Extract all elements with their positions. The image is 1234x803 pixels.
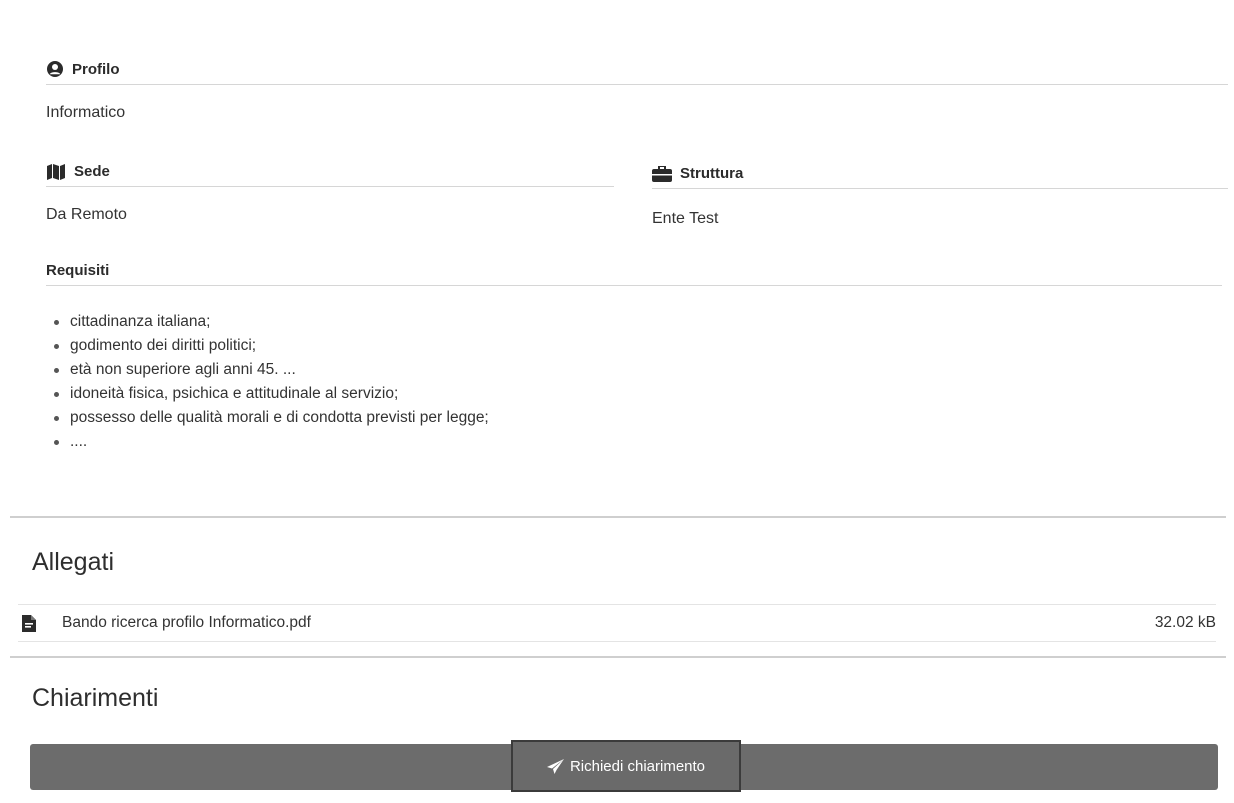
map-icon	[46, 163, 66, 180]
struttura-header: Struttura	[652, 165, 1228, 189]
list-item: cittadinanza italiana;	[52, 310, 489, 334]
requisiti-list: cittadinanza italiana; godimento dei dir…	[52, 310, 489, 454]
richiedi-chiarimento-label: Richiedi chiarimento	[569, 757, 706, 775]
profilo-label: Profilo	[72, 60, 120, 78]
sede-value: Da Remoto	[46, 206, 127, 223]
user-circle-icon	[46, 60, 64, 78]
struttura-label: Struttura	[680, 165, 744, 182]
allegati-title: Allegati	[32, 548, 114, 576]
pdf-file-icon	[22, 614, 36, 632]
attachment-size: 32.02 kB	[1154, 614, 1216, 631]
list-item: possesso delle qualità morali e di condo…	[52, 406, 489, 430]
briefcase-icon	[652, 165, 672, 182]
requisiti-header: Requisiti	[46, 262, 1222, 286]
richiedi-chiarimento-button[interactable]: Richiedi chiarimento	[511, 740, 741, 792]
attachment-row[interactable]: Bando ricerca profilo Informatico.pdf 32…	[18, 604, 1216, 642]
list-item: godimento dei diritti politici;	[52, 334, 489, 358]
page: Profilo Informatico Sede Da Remoto Strut…	[0, 0, 1234, 803]
list-item: età non superiore agli anni 45. ...	[52, 358, 489, 382]
sede-label: Sede	[74, 163, 110, 180]
list-item: ....	[52, 430, 489, 454]
chiarimenti-title: Chiarimenti	[32, 684, 159, 712]
attachment-link[interactable]: Bando ricerca profilo Informatico.pdf	[62, 614, 311, 632]
paper-plane-icon	[546, 758, 564, 774]
section-divider	[10, 656, 1226, 658]
section-divider	[10, 516, 1226, 518]
profilo-header: Profilo	[46, 60, 1228, 85]
struttura-value: Ente Test	[652, 210, 719, 227]
profilo-value: Informatico	[46, 104, 126, 121]
list-item: idoneità fisica, psichica e attitudinale…	[52, 382, 489, 406]
requisiti-label: Requisiti	[46, 262, 110, 279]
sede-header: Sede	[46, 163, 614, 187]
